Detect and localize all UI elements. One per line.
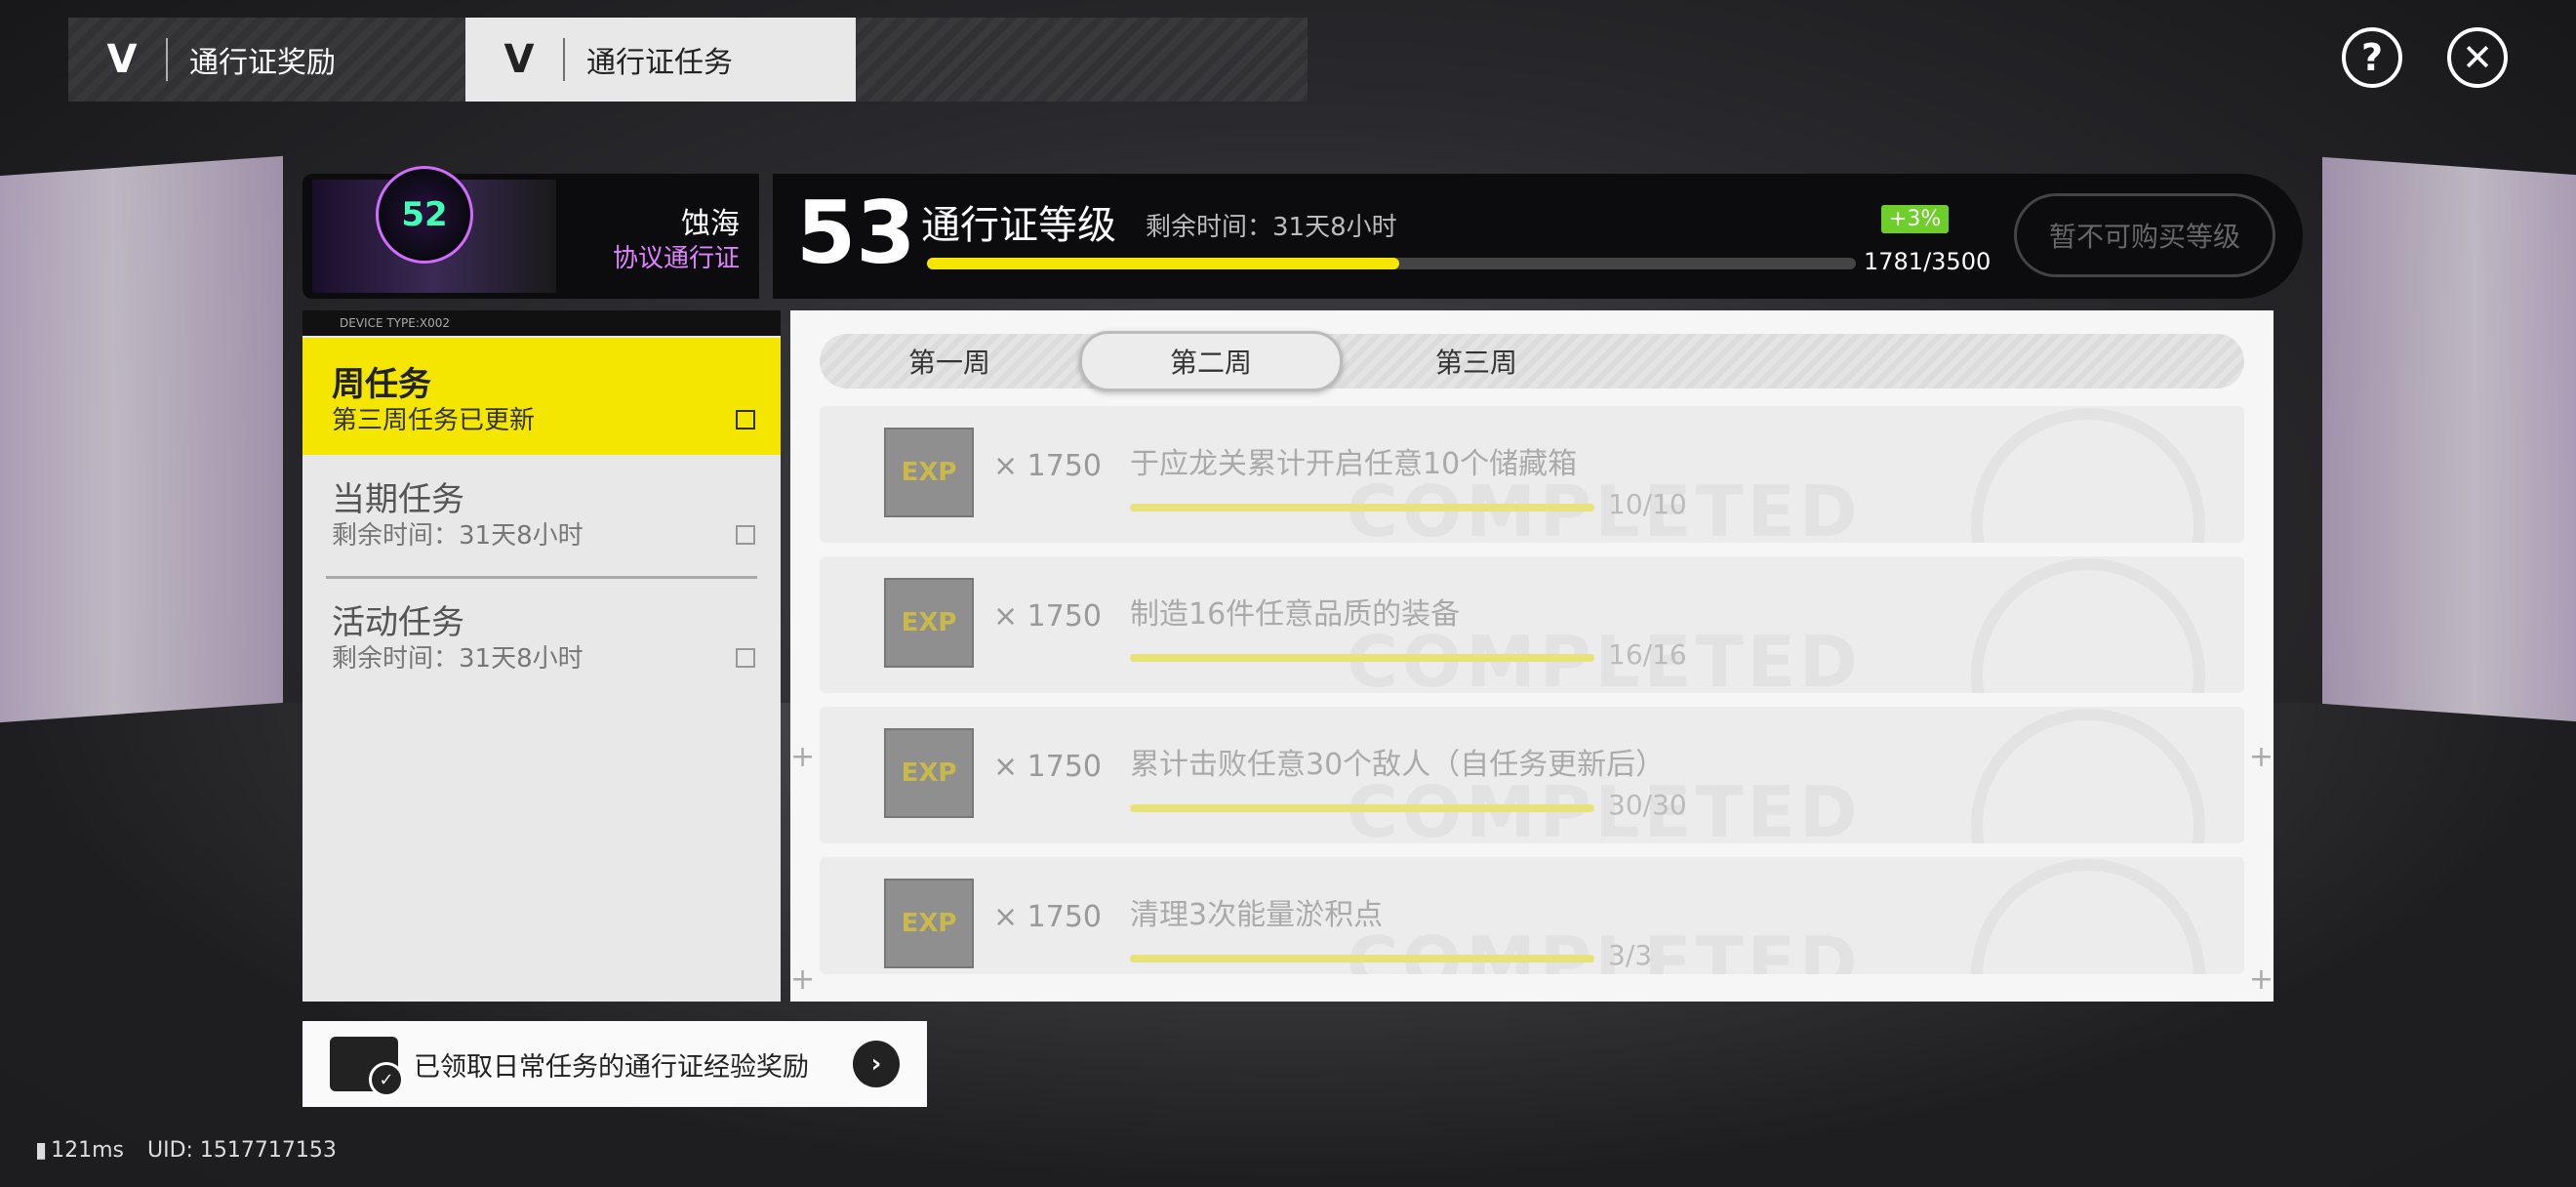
exp-progress-track (927, 258, 1856, 269)
reward-count: × 1750 (993, 900, 1103, 934)
calendar-icon: ✓ (330, 1037, 404, 1097)
left-light-panel (0, 155, 283, 723)
menu-item-weekly[interactable]: 周任务 第三周任务已更新 (302, 338, 781, 455)
task-progress-bar (1130, 504, 1594, 512)
task-progress-bar (1130, 955, 1594, 962)
expand-icon (736, 648, 755, 668)
task-description: 清理3次能量淤积点 (1130, 898, 1384, 932)
pass-level-bar: 53 通行证等级 剩余时间：31天8小时 +3% 1781/3500 暂不可购买… (773, 174, 2303, 299)
uid-text: UID: 1517717153 (147, 1138, 337, 1163)
task-progress-bar (1130, 804, 1594, 812)
completed-check-icon (1971, 709, 2205, 843)
task-progress-bar (1130, 654, 1594, 662)
menu-item-subtitle: 第三周任务已更新 (332, 406, 536, 435)
corner-plus-icon: + (790, 962, 816, 997)
exp-value: 1781/3500 (1864, 248, 1992, 275)
right-light-panel (2322, 156, 2576, 722)
exp-bonus-badge: +3% (1881, 205, 1950, 233)
task-description: 累计击败任意30个敌人（自任务更新后） (1130, 748, 1666, 782)
status-bar: ▮ 121ms UID: 1517717153 (35, 1138, 337, 1163)
exp-reward-icon: EXP (884, 578, 974, 668)
completed-check-icon (1971, 859, 2205, 974)
pass-level-title: 通行证等级 (921, 203, 1116, 248)
exp-progress-fill (927, 258, 1400, 269)
reward-count: × 1750 (993, 449, 1103, 483)
tab-week-3[interactable]: 第三周 (1345, 334, 1608, 389)
game-logo-icon: V (503, 37, 535, 82)
task-row: COMPLETED EXP × 1750 制造16件任意品质的装备 16/16 (820, 556, 2244, 693)
check-icon: ✓ (369, 1062, 404, 1097)
menu-item-subtitle: 剩余时间：31天8小时 (332, 521, 584, 551)
exp-reward-icon: EXP (884, 428, 974, 517)
pass-emblem-icon: 52 (376, 166, 473, 264)
task-row: COMPLETED EXP × 1750 清理3次能量淤积点 3/3 (820, 857, 2244, 974)
tab-pass-rewards[interactable]: V 通行证奖励 (68, 18, 459, 102)
pass-level-number: 53 (796, 183, 916, 283)
menu-header: DEVICE TYPE:X002 (302, 310, 781, 336)
pass-subtitle: 协议通行证 (612, 244, 740, 273)
task-progress-text: 30/30 (1608, 789, 1687, 821)
exp-reward-icon: EXP (884, 728, 974, 818)
tab-pass-tasks-label: 通行证任务 (586, 46, 733, 80)
arrow-right-icon[interactable]: › (853, 1041, 900, 1087)
task-list-panel: 第一周 第二周 第三周 COMPLETED EXP × 1750 于应龙关累计开… (790, 310, 2274, 1002)
task-progress-text: 3/3 (1608, 939, 1653, 971)
close-icon[interactable]: ✕ (2447, 27, 2508, 88)
pass-card: 蚀海 协议通行证 (302, 174, 759, 299)
help-icon[interactable]: ? (2342, 27, 2402, 88)
menu-item-event[interactable]: 活动任务 剩余时间：31天8小时 (302, 580, 781, 697)
task-row: COMPLETED EXP × 1750 于应龙关累计开启任意10个储藏箱 10… (820, 406, 2244, 543)
completed-check-icon (1971, 408, 2205, 543)
tab-separator (166, 38, 168, 81)
menu-item-title: 当期任务 (332, 480, 464, 519)
task-description: 制造16件任意品质的装备 (1130, 597, 1461, 632)
daily-exp-claim-button[interactable]: ✓ 已领取日常任务的通行证经验奖励 › (302, 1021, 927, 1107)
menu-item-season[interactable]: 当期任务 剩余时间：31天8小时 (302, 457, 781, 574)
ping-value: 121ms (51, 1138, 124, 1163)
task-progress-text: 10/10 (1608, 488, 1687, 520)
task-category-menu: DEVICE TYPE:X002 周任务 第三周任务已更新 当期任务 剩余时间：… (302, 310, 781, 1002)
game-logo-icon: V (106, 37, 138, 82)
menu-item-subtitle: 剩余时间：31天8小时 (332, 644, 584, 674)
expand-icon (736, 525, 755, 545)
completed-check-icon (1971, 558, 2205, 693)
exp-reward-icon: EXP (884, 879, 974, 968)
completed-stamp: COMPLETED (1347, 921, 1862, 974)
task-row: COMPLETED EXP × 1750 累计击败任意30个敌人（自任务更新后）… (820, 707, 2244, 843)
task-description: 于应龙关累计开启任意10个储藏箱 (1130, 447, 1578, 481)
pass-name: 蚀海 (681, 207, 740, 241)
corner-plus-icon: + (790, 740, 816, 774)
pass-remaining-time: 剩余时间：31天8小时 (1146, 213, 1397, 242)
tab-week-2[interactable]: 第二周 (1079, 331, 1343, 391)
signal-icon: ▮ (35, 1138, 48, 1163)
menu-divider (326, 576, 757, 579)
menu-item-title: 活动任务 (332, 603, 464, 642)
reward-count: × 1750 (993, 599, 1103, 634)
corner-plus-icon: + (2248, 740, 2274, 774)
corner-plus-icon: + (2248, 962, 2274, 997)
buy-level-button[interactable]: 暂不可购买等级 (2014, 193, 2275, 277)
tab-separator (563, 38, 565, 81)
tab-week-1[interactable]: 第一周 (818, 334, 1081, 389)
task-progress-text: 16/16 (1608, 638, 1687, 671)
daily-exp-label: 已领取日常任务的通行证经验奖励 (414, 1051, 809, 1083)
menu-item-title: 周任务 (332, 365, 431, 404)
reward-count: × 1750 (993, 750, 1103, 784)
tab-pass-tasks[interactable]: V 通行证任务 (465, 18, 856, 102)
expand-icon (736, 410, 755, 430)
tab-pass-rewards-label: 通行证奖励 (189, 46, 336, 80)
